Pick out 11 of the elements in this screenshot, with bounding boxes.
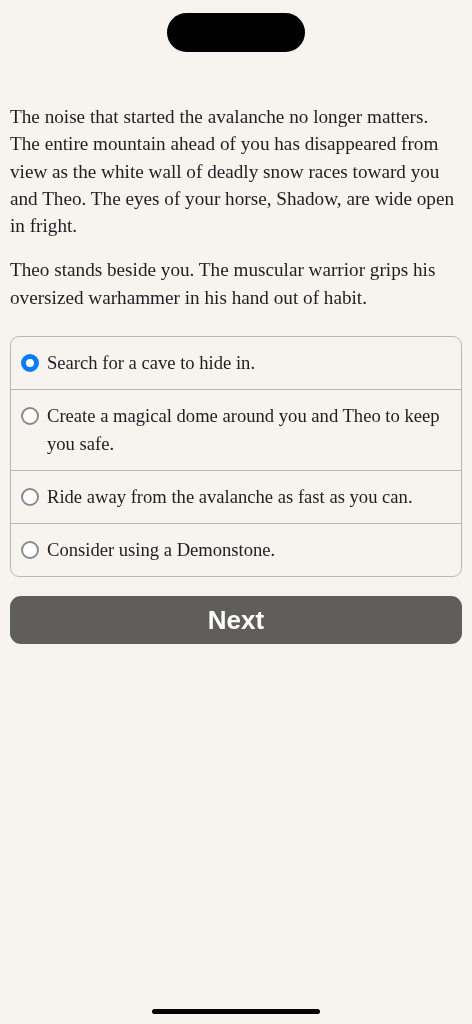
choice-label[interactable]: Create a magical dome around you and Theo to keep you safe. [47, 402, 451, 459]
radio-button[interactable] [21, 541, 39, 560]
next-button[interactable]: Next [10, 596, 462, 645]
radio-button[interactable] [21, 354, 39, 373]
choice-label[interactable]: Search for a cave to hide in. [47, 349, 256, 378]
story-paragraph: The noise that started the avalanche no longer matters. The entire mountain ahead of you has disappeared from view as the white wall of deadly snow races toward you and Theo. The eyes of your horse, Shadow, are wide open in fright. [10, 105, 456, 239]
choice-label[interactable]: Ride away from the avalanche as fast as you can. [47, 483, 413, 512]
story-paragraph: Theo stands beside you. The muscular warrior grips his oversized warhammer in his hand out of habit. [10, 258, 437, 310]
choice-label[interactable]: Consider using a Demonstone. [47, 536, 276, 565]
radio-button[interactable] [21, 488, 39, 507]
radio-button[interactable] [21, 407, 39, 426]
